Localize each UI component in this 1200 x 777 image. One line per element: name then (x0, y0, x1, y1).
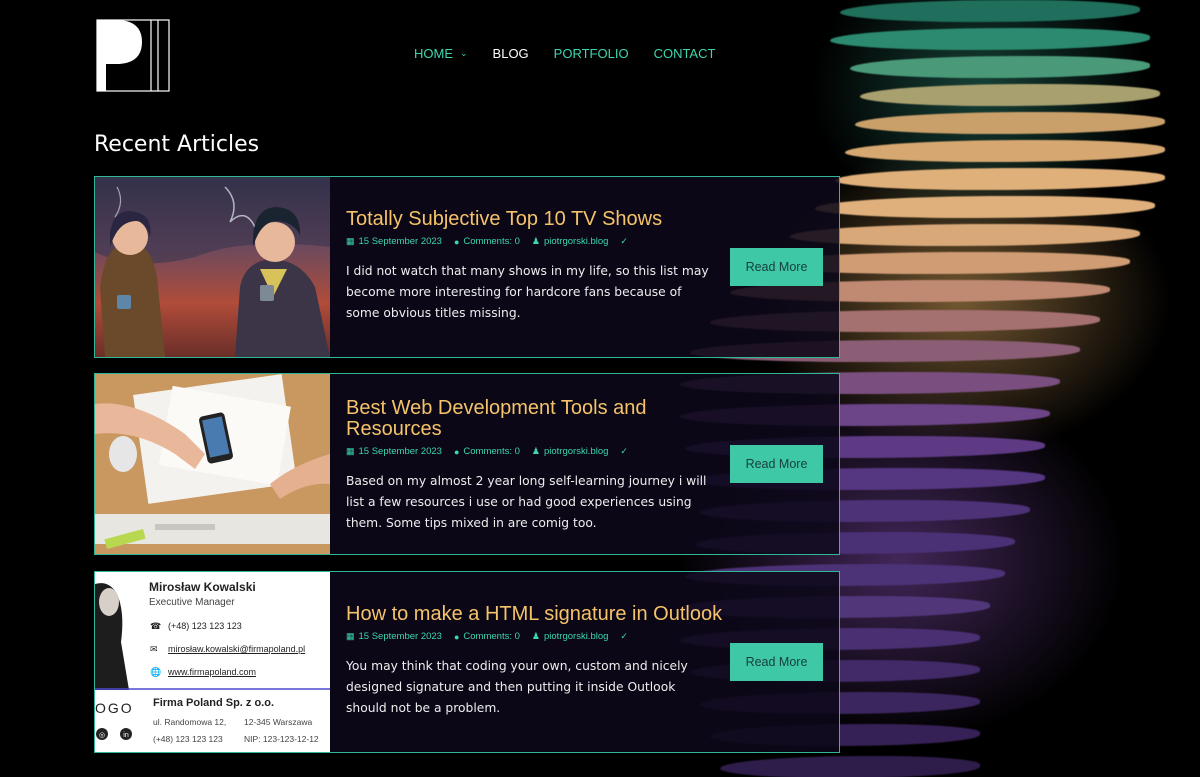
signature-phone: (+48) 123 123 123 (168, 621, 242, 631)
article-excerpt: You may think that coding your own, cust… (346, 659, 688, 715)
nav-blog-label: BLOG (492, 46, 529, 61)
article-comments[interactable]: Comments: 0 (463, 236, 520, 247)
checkmark-icon: ✓ (620, 446, 628, 456)
article-author[interactable]: piotrgorski.blog (544, 236, 608, 247)
svg-text:in: in (123, 732, 129, 739)
nav-portfolio[interactable]: PORTFOLIO (554, 46, 629, 61)
article-author[interactable]: piotrgorski.blog (544, 631, 608, 642)
article-comments[interactable]: Comments: 0 (463, 446, 520, 457)
nav-home-label: HOME (414, 46, 453, 61)
nav-contact[interactable]: CONTACT (654, 46, 716, 61)
chevron-down-icon: ⌄ (460, 48, 468, 58)
article-card: Best Web Development Tools and Resources… (94, 373, 840, 555)
article-thumbnail[interactable] (95, 374, 330, 554)
article-date: 15 September 2023 (358, 631, 442, 642)
phone-icon: ☎ (150, 621, 162, 631)
signature-city: 12-345 Warszawa (244, 717, 313, 727)
signature-name: Mirosław Kowalski (149, 580, 256, 594)
user-icon: ♟ (531, 631, 540, 641)
site-logo[interactable] (96, 19, 170, 92)
section-title: Recent Articles (94, 132, 260, 157)
signature-address: ul. Randomowa 12, (153, 717, 227, 727)
nav-home[interactable]: HOME ⌄ (414, 46, 468, 61)
signature-phone-2: (+48) 123 123 123 (153, 734, 223, 744)
article-title[interactable]: How to make a HTML signature in Outlook (346, 604, 746, 625)
signature-email: mirosław.kowalski@firmapoland.pl (168, 644, 306, 654)
globe-icon: 🌐 (150, 667, 162, 677)
comment-icon: ● (453, 236, 460, 247)
signature-role: Executive Manager (149, 597, 235, 608)
signature-company: Firma Poland Sp. z o.o. (153, 697, 275, 709)
article-meta: ▦ 15 September 2023 ● Comments: 0 ♟ piotrgo… (346, 631, 839, 642)
read-more-button[interactable]: Read More (730, 643, 823, 681)
main-navigation: HOME ⌄ BLOG PORTFOLIO CONTACT (414, 46, 740, 61)
checkmark-icon: ✓ (620, 236, 628, 246)
checkmark-icon: ✓ (620, 631, 628, 641)
signature-web: www.firmapoland.com (168, 667, 257, 677)
read-more-button[interactable]: Read More (730, 248, 823, 286)
calendar-icon: ▦ (346, 631, 355, 641)
svg-text:◎: ◎ (99, 732, 105, 739)
article-excerpt: I did not watch that many shows in my li… (346, 264, 709, 320)
nav-portfolio-label: PORTFOLIO (553, 46, 629, 61)
article-author[interactable]: piotrgorski.blog (544, 446, 608, 457)
signature-nip: NIP: 123-123-12-12 (244, 734, 319, 744)
article-card: ◎ in Mirosław Kowalski Executive Manager… (94, 571, 840, 753)
nav-blog[interactable]: BLOG (493, 46, 529, 61)
mail-icon: ✉ (150, 644, 158, 654)
signature-logo-text: OGO (95, 700, 134, 716)
article-thumbnail[interactable] (95, 177, 330, 357)
article-card: Totally Subjective Top 10 TV Shows ▦ 15 S… (94, 176, 840, 358)
user-icon: ♟ (531, 446, 540, 456)
article-date: 15 September 2023 (358, 446, 442, 457)
article-title[interactable]: Totally Subjective Top 10 TV Shows (346, 209, 706, 230)
calendar-icon: ▦ (346, 236, 355, 246)
article-title[interactable]: Best Web Development Tools and Resources (346, 398, 676, 440)
article-excerpt: Based on my almost 2 year long self-lear… (346, 474, 707, 530)
read-more-button[interactable]: Read More (730, 445, 823, 483)
comment-icon: ● (453, 446, 460, 457)
article-thumbnail[interactable]: ◎ in Mirosław Kowalski Executive Manager… (95, 572, 330, 752)
article-comments[interactable]: Comments: 0 (463, 631, 520, 642)
article-meta: ▦ 15 September 2023 ● Comments: 0 ♟ piotrgo… (346, 236, 839, 247)
nav-contact-label: CONTACT (653, 46, 716, 61)
comment-icon: ● (453, 631, 460, 642)
user-icon: ♟ (531, 236, 540, 246)
article-date: 15 September 2023 (358, 236, 442, 247)
calendar-icon: ▦ (346, 446, 355, 456)
